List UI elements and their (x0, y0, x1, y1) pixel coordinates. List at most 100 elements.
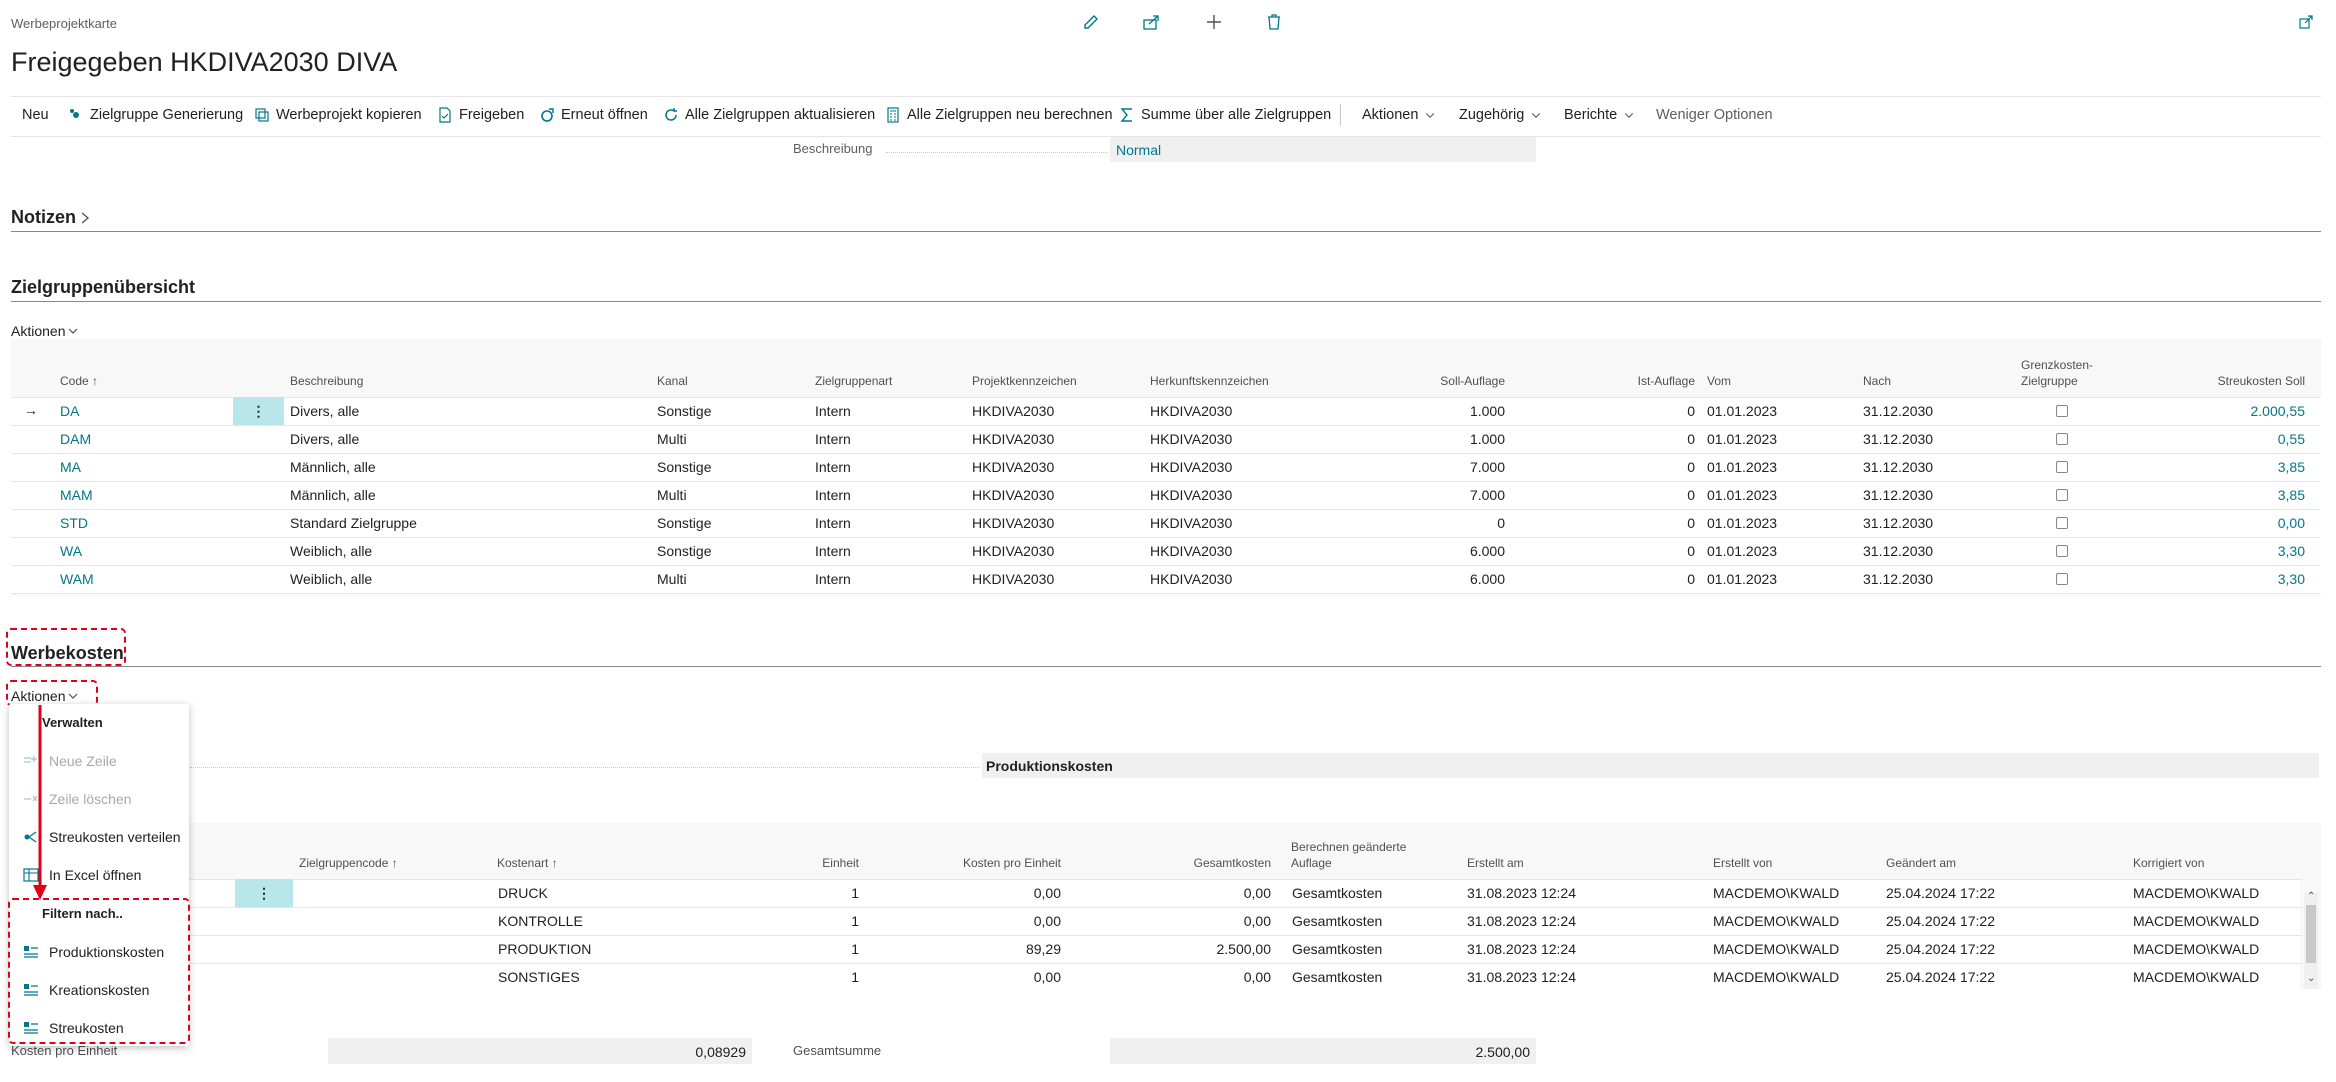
col-kanal-header[interactable]: Kanal (657, 374, 688, 388)
reopen-button[interactable]: Erneut öffnen (539, 107, 648, 123)
scroll-down-icon[interactable]: ⌄ (2307, 973, 2315, 984)
reports-menu-button[interactable]: Berichte (1564, 107, 1635, 123)
col-gesamt-header[interactable]: Gesamtkosten (1111, 856, 1271, 870)
grenzkosten-checkbox[interactable] (2056, 517, 2068, 529)
sum-footer-value: 2.500,00 (1475, 1044, 1531, 1060)
beschreibung-field[interactable]: Normal (1110, 137, 1536, 162)
row-menu-icon[interactable]: ⋮ (235, 879, 293, 907)
release-button[interactable]: Freigeben (437, 107, 524, 123)
cell-korrigiert-von: MACDEMO\KWALD (2133, 941, 2260, 957)
col-erstellt-von-header[interactable]: Erstellt von (1713, 856, 1772, 870)
cell-korrigiert-von: MACDEMO\KWALD (2133, 969, 2260, 985)
related-menu-button[interactable]: Zugehörig (1459, 107, 1542, 123)
zielgruppen-actions-button[interactable]: Aktionen (11, 323, 78, 339)
cell-vom: 01.01.2023 (1707, 515, 1778, 531)
actions-menu-label: Aktionen (1362, 107, 1419, 123)
col-projekt-header[interactable]: Projektkennzeichen (972, 374, 1077, 388)
col-herkunft-header[interactable]: Herkunftskennzeichen (1150, 374, 1269, 388)
col-art-header[interactable]: Zielgruppenart (815, 374, 892, 388)
chevron-right-icon (81, 212, 90, 223)
cell-kanal: Multi (657, 487, 687, 503)
sum-footer-field: 2.500,00 (1110, 1038, 1536, 1064)
grenzkosten-checkbox[interactable] (2056, 433, 2068, 445)
col-grenz-header-1[interactable]: Grenzkosten- (2021, 358, 2093, 372)
cell-streukosten[interactable]: 0,00 (2181, 515, 2305, 531)
col-zgcode-header[interactable]: Zielgruppencode ↑ (299, 856, 398, 870)
cell-vom: 01.01.2023 (1707, 543, 1778, 559)
beschreibung-dots (886, 152, 1108, 153)
notes-section-title[interactable]: Notizen (11, 207, 90, 228)
cell-code[interactable]: MAM (60, 487, 93, 503)
page-title: Freigegeben HKDIVA2030 DIVA (11, 47, 398, 77)
add-icon[interactable] (1205, 13, 1223, 34)
col-code-header[interactable]: Code ↑ (60, 374, 98, 388)
cell-streukosten[interactable]: 0,55 (2181, 431, 2305, 447)
grenzkosten-checkbox[interactable] (2056, 461, 2068, 473)
menu-delete-line-label: Zeile löschen (49, 791, 132, 807)
col-einheit-header[interactable]: Einheit (769, 856, 859, 870)
col-geaendert-am-header[interactable]: Geändert am (1886, 856, 1956, 870)
cell-beschreibung: Divers, alle (290, 403, 360, 419)
delete-icon[interactable] (1266, 13, 1282, 34)
cell-streukosten[interactable]: 3,85 (2181, 459, 2305, 475)
col-vom-header[interactable]: Vom (1707, 374, 1731, 388)
cell-erstellt-von: MACDEMO\KWALD (1713, 941, 1840, 957)
cell-code[interactable]: MA (60, 459, 81, 475)
fewer-options-button[interactable]: Weniger Optionen (1656, 107, 1773, 123)
cell-berechnen: Gesamtkosten (1292, 913, 1383, 929)
edit-icon[interactable] (1082, 13, 1100, 34)
cell-code[interactable]: WAM (60, 571, 94, 587)
actions-menu-button[interactable]: Aktionen (1362, 107, 1436, 123)
col-streu-header[interactable]: Streukosten Soll (2181, 374, 2305, 388)
cell-projekt: HKDIVA2030 (972, 431, 1055, 447)
cell-code[interactable]: DAM (60, 431, 91, 447)
cell-vom: 01.01.2023 (1707, 487, 1778, 503)
copy-project-button[interactable]: Werbeprojekt kopieren (254, 107, 422, 123)
col-erstellt-am-header[interactable]: Erstellt am (1467, 856, 1524, 870)
popout-icon[interactable] (2298, 14, 2314, 33)
cell-einheit: 1 (851, 885, 859, 901)
menu-group-verwalten: Verwalten (42, 715, 103, 730)
scroll-up-icon[interactable]: ⌃ (2307, 891, 2315, 902)
cell-erstellt-am: 31.08.2023 12:24 (1467, 885, 1576, 901)
cell-streukosten[interactable]: 3,30 (2181, 571, 2305, 587)
cell-soll: 6.000 (1469, 543, 1505, 559)
cell-art: Intern (815, 459, 851, 475)
update-all-button[interactable]: Alle Zielgruppen aktualisieren (663, 107, 875, 123)
recalc-all-button[interactable]: Alle Zielgruppen neu berechnen (885, 107, 1113, 123)
new-button[interactable]: Neu (22, 107, 49, 123)
cell-code[interactable]: DA (60, 403, 79, 419)
col-soll-header[interactable]: Soll-Auflage (1389, 374, 1505, 388)
col-kpe-header[interactable]: Kosten pro Einheit (901, 856, 1061, 870)
row-menu-icon[interactable]: ⋮ (233, 397, 284, 425)
grenzkosten-checkbox[interactable] (2056, 489, 2068, 501)
cell-streukosten[interactable]: 3,30 (2181, 543, 2305, 559)
col-korrigiert-von-header[interactable]: Korrigiert von (2133, 856, 2204, 870)
col-ist-header[interactable]: Ist-Auflage (1589, 374, 1695, 388)
cell-streukosten[interactable]: 2.000,55 (2181, 403, 2306, 419)
col-beschreibung-header[interactable]: Beschreibung (290, 374, 363, 388)
cell-ist: 0 (1687, 543, 1695, 559)
filter-field[interactable]: Produktionskosten (982, 753, 2319, 778)
share-icon[interactable] (1142, 13, 1162, 34)
col-kostenart-header[interactable]: Kostenart ↑ (497, 856, 558, 870)
col-nach-header[interactable]: Nach (1863, 374, 1891, 388)
cell-kosten-pro-einheit: 0,00 (1033, 885, 1061, 901)
grenzkosten-checkbox[interactable] (2056, 573, 2068, 585)
grenzkosten-checkbox[interactable] (2056, 545, 2068, 557)
werbekosten-scrollbar[interactable]: ⌃ ⌄ (2304, 891, 2318, 989)
kpe-footer-value: 0,08929 (695, 1044, 746, 1060)
cell-code[interactable]: WA (60, 543, 82, 559)
reports-menu-label: Berichte (1564, 107, 1618, 123)
scrollbar-thumb[interactable] (2306, 905, 2316, 963)
cell-erstellt-von: MACDEMO\KWALD (1713, 969, 1840, 985)
cell-streukosten[interactable]: 3,85 (2181, 487, 2305, 503)
col-ber-header-1[interactable]: Berechnen geänderte (1291, 840, 1406, 854)
zielgruppe-generierung-button[interactable]: Zielgruppe Generierung (68, 107, 243, 123)
sum-all-button[interactable]: Summe über alle Zielgruppen (1119, 107, 1331, 123)
cell-code[interactable]: STD (60, 515, 88, 531)
cell-projekt: HKDIVA2030 (972, 403, 1055, 419)
new-label: Neu (22, 107, 49, 123)
grenzkosten-checkbox[interactable] (2056, 405, 2068, 417)
cell-ist: 0 (1687, 459, 1695, 475)
